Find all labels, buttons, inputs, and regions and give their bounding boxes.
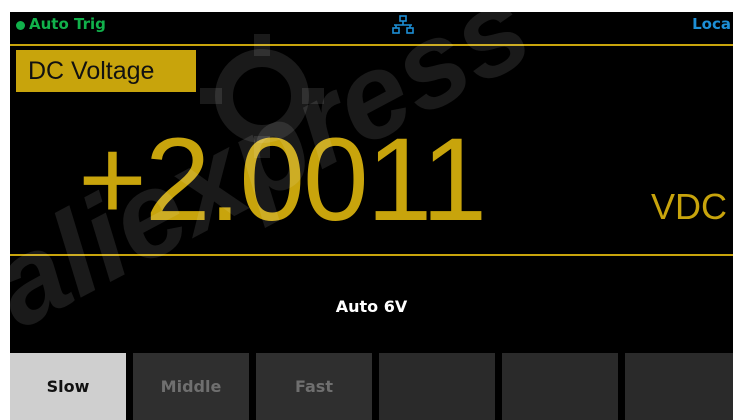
bottom-divider [10, 254, 733, 256]
lan-icon [392, 15, 414, 34]
remote-status: Loca [692, 15, 731, 33]
trigger-status: Auto Trig [29, 15, 106, 33]
softkey-4[interactable] [379, 353, 495, 420]
measurement-reading: +2.0011 [78, 114, 487, 246]
measurement-unit: VDC [650, 186, 727, 227]
trigger-indicator-icon [16, 21, 25, 30]
function-label: DC Voltage [16, 50, 196, 92]
softkey-slow[interactable]: Slow [10, 353, 126, 420]
softkey-bar: Slow Middle Fast [10, 353, 733, 420]
softkey-5[interactable] [502, 353, 618, 420]
range-indicator: Auto 6V [335, 297, 408, 316]
softkey-fast[interactable]: Fast [256, 353, 372, 420]
meter-screen: Auto Trig Loca DC Voltage +2.0011 VDC Au… [10, 12, 733, 420]
softkey-middle[interactable]: Middle [133, 353, 249, 420]
top-divider [10, 44, 733, 46]
status-bar: Auto Trig Loca [10, 12, 733, 38]
softkey-6[interactable] [625, 353, 733, 420]
